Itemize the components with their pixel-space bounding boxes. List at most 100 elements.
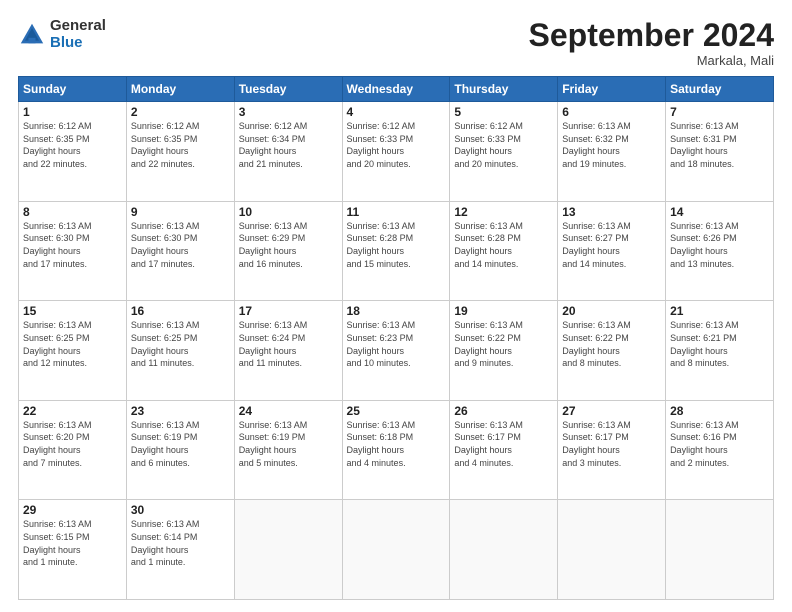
day-info: Sunrise: 6:12 AM Sunset: 6:33 PM Dayligh… [454,120,553,170]
day-number: 6 [562,105,661,119]
day-number: 7 [670,105,769,119]
day-info: Sunrise: 6:12 AM Sunset: 6:35 PM Dayligh… [23,120,122,170]
day-info: Sunrise: 6:13 AM Sunset: 6:32 PM Dayligh… [562,120,661,170]
day-info: Sunrise: 6:13 AM Sunset: 6:20 PM Dayligh… [23,419,122,469]
day-number: 13 [562,205,661,219]
week-row-0: 1 Sunrise: 6:12 AM Sunset: 6:35 PM Dayli… [19,102,774,202]
day-number: 8 [23,205,122,219]
day-info: Sunrise: 6:13 AM Sunset: 6:17 PM Dayligh… [562,419,661,469]
day-number: 27 [562,404,661,418]
day-info: Sunrise: 6:13 AM Sunset: 6:18 PM Dayligh… [347,419,446,469]
day-number: 2 [131,105,230,119]
col-tuesday: Tuesday [234,77,342,102]
day-info: Sunrise: 6:13 AM Sunset: 6:31 PM Dayligh… [670,120,769,170]
day-cell: 8 Sunrise: 6:13 AM Sunset: 6:30 PM Dayli… [19,201,127,301]
day-cell: 17 Sunrise: 6:13 AM Sunset: 6:24 PM Dayl… [234,301,342,401]
day-info: Sunrise: 6:13 AM Sunset: 6:19 PM Dayligh… [239,419,338,469]
location-subtitle: Markala, Mali [529,53,774,68]
day-cell: 21 Sunrise: 6:13 AM Sunset: 6:21 PM Dayl… [666,301,774,401]
day-info: Sunrise: 6:13 AM Sunset: 6:21 PM Dayligh… [670,319,769,369]
logo-text: General Blue [50,18,106,51]
day-number: 28 [670,404,769,418]
day-cell: 28 Sunrise: 6:13 AM Sunset: 6:16 PM Dayl… [666,400,774,500]
day-cell: 24 Sunrise: 6:13 AM Sunset: 6:19 PM Dayl… [234,400,342,500]
col-monday: Monday [126,77,234,102]
day-number: 20 [562,304,661,318]
day-info: Sunrise: 6:13 AM Sunset: 6:27 PM Dayligh… [562,220,661,270]
day-cell: 25 Sunrise: 6:13 AM Sunset: 6:18 PM Dayl… [342,400,450,500]
day-info: Sunrise: 6:13 AM Sunset: 6:24 PM Dayligh… [239,319,338,369]
logo: General Blue [18,18,106,51]
day-cell: 10 Sunrise: 6:13 AM Sunset: 6:29 PM Dayl… [234,201,342,301]
day-info: Sunrise: 6:13 AM Sunset: 6:16 PM Dayligh… [670,419,769,469]
day-info: Sunrise: 6:13 AM Sunset: 6:28 PM Dayligh… [347,220,446,270]
day-cell: 4 Sunrise: 6:12 AM Sunset: 6:33 PM Dayli… [342,102,450,202]
day-cell: 12 Sunrise: 6:13 AM Sunset: 6:28 PM Dayl… [450,201,558,301]
day-info: Sunrise: 6:13 AM Sunset: 6:14 PM Dayligh… [131,518,230,568]
day-number: 14 [670,205,769,219]
day-info: Sunrise: 6:13 AM Sunset: 6:25 PM Dayligh… [23,319,122,369]
day-number: 30 [131,503,230,517]
day-number: 12 [454,205,553,219]
logo-icon [18,21,46,49]
day-info: Sunrise: 6:13 AM Sunset: 6:22 PM Dayligh… [454,319,553,369]
day-cell: 27 Sunrise: 6:13 AM Sunset: 6:17 PM Dayl… [558,400,666,500]
day-number: 19 [454,304,553,318]
day-cell: 19 Sunrise: 6:13 AM Sunset: 6:22 PM Dayl… [450,301,558,401]
day-info: Sunrise: 6:13 AM Sunset: 6:19 PM Dayligh… [131,419,230,469]
day-number: 18 [347,304,446,318]
day-number: 21 [670,304,769,318]
logo-general-label: General [50,18,106,35]
day-info: Sunrise: 6:12 AM Sunset: 6:33 PM Dayligh… [347,120,446,170]
day-number: 25 [347,404,446,418]
week-row-1: 8 Sunrise: 6:13 AM Sunset: 6:30 PM Dayli… [19,201,774,301]
day-cell: 15 Sunrise: 6:13 AM Sunset: 6:25 PM Dayl… [19,301,127,401]
day-info: Sunrise: 6:12 AM Sunset: 6:34 PM Dayligh… [239,120,338,170]
day-number: 15 [23,304,122,318]
header: General Blue September 2024 Markala, Mal… [18,18,774,68]
day-info: Sunrise: 6:12 AM Sunset: 6:35 PM Dayligh… [131,120,230,170]
day-number: 16 [131,304,230,318]
day-cell [558,500,666,600]
day-info: Sunrise: 6:13 AM Sunset: 6:22 PM Dayligh… [562,319,661,369]
day-cell: 3 Sunrise: 6:12 AM Sunset: 6:34 PM Dayli… [234,102,342,202]
day-info: Sunrise: 6:13 AM Sunset: 6:28 PM Dayligh… [454,220,553,270]
day-number: 23 [131,404,230,418]
day-number: 5 [454,105,553,119]
day-number: 17 [239,304,338,318]
day-number: 11 [347,205,446,219]
day-number: 3 [239,105,338,119]
week-row-3: 22 Sunrise: 6:13 AM Sunset: 6:20 PM Dayl… [19,400,774,500]
day-cell: 14 Sunrise: 6:13 AM Sunset: 6:26 PM Dayl… [666,201,774,301]
day-cell: 2 Sunrise: 6:12 AM Sunset: 6:35 PM Dayli… [126,102,234,202]
day-number: 4 [347,105,446,119]
day-cell: 22 Sunrise: 6:13 AM Sunset: 6:20 PM Dayl… [19,400,127,500]
day-number: 9 [131,205,230,219]
day-number: 10 [239,205,338,219]
day-info: Sunrise: 6:13 AM Sunset: 6:15 PM Dayligh… [23,518,122,568]
day-cell: 13 Sunrise: 6:13 AM Sunset: 6:27 PM Dayl… [558,201,666,301]
day-number: 29 [23,503,122,517]
day-cell: 11 Sunrise: 6:13 AM Sunset: 6:28 PM Dayl… [342,201,450,301]
day-info: Sunrise: 6:13 AM Sunset: 6:30 PM Dayligh… [131,220,230,270]
day-cell [666,500,774,600]
day-number: 26 [454,404,553,418]
calendar-table: Sunday Monday Tuesday Wednesday Thursday… [18,76,774,600]
col-wednesday: Wednesday [342,77,450,102]
day-cell [450,500,558,600]
logo-blue-label: Blue [50,35,106,52]
title-block: September 2024 Markala, Mali [529,18,774,68]
day-info: Sunrise: 6:13 AM Sunset: 6:17 PM Dayligh… [454,419,553,469]
day-cell [234,500,342,600]
header-row: Sunday Monday Tuesday Wednesday Thursday… [19,77,774,102]
day-info: Sunrise: 6:13 AM Sunset: 6:30 PM Dayligh… [23,220,122,270]
day-number: 1 [23,105,122,119]
col-saturday: Saturday [666,77,774,102]
day-info: Sunrise: 6:13 AM Sunset: 6:26 PM Dayligh… [670,220,769,270]
calendar-body: 1 Sunrise: 6:12 AM Sunset: 6:35 PM Dayli… [19,102,774,600]
day-cell: 29 Sunrise: 6:13 AM Sunset: 6:15 PM Dayl… [19,500,127,600]
day-cell: 1 Sunrise: 6:12 AM Sunset: 6:35 PM Dayli… [19,102,127,202]
day-cell: 7 Sunrise: 6:13 AM Sunset: 6:31 PM Dayli… [666,102,774,202]
day-info: Sunrise: 6:13 AM Sunset: 6:25 PM Dayligh… [131,319,230,369]
day-number: 24 [239,404,338,418]
